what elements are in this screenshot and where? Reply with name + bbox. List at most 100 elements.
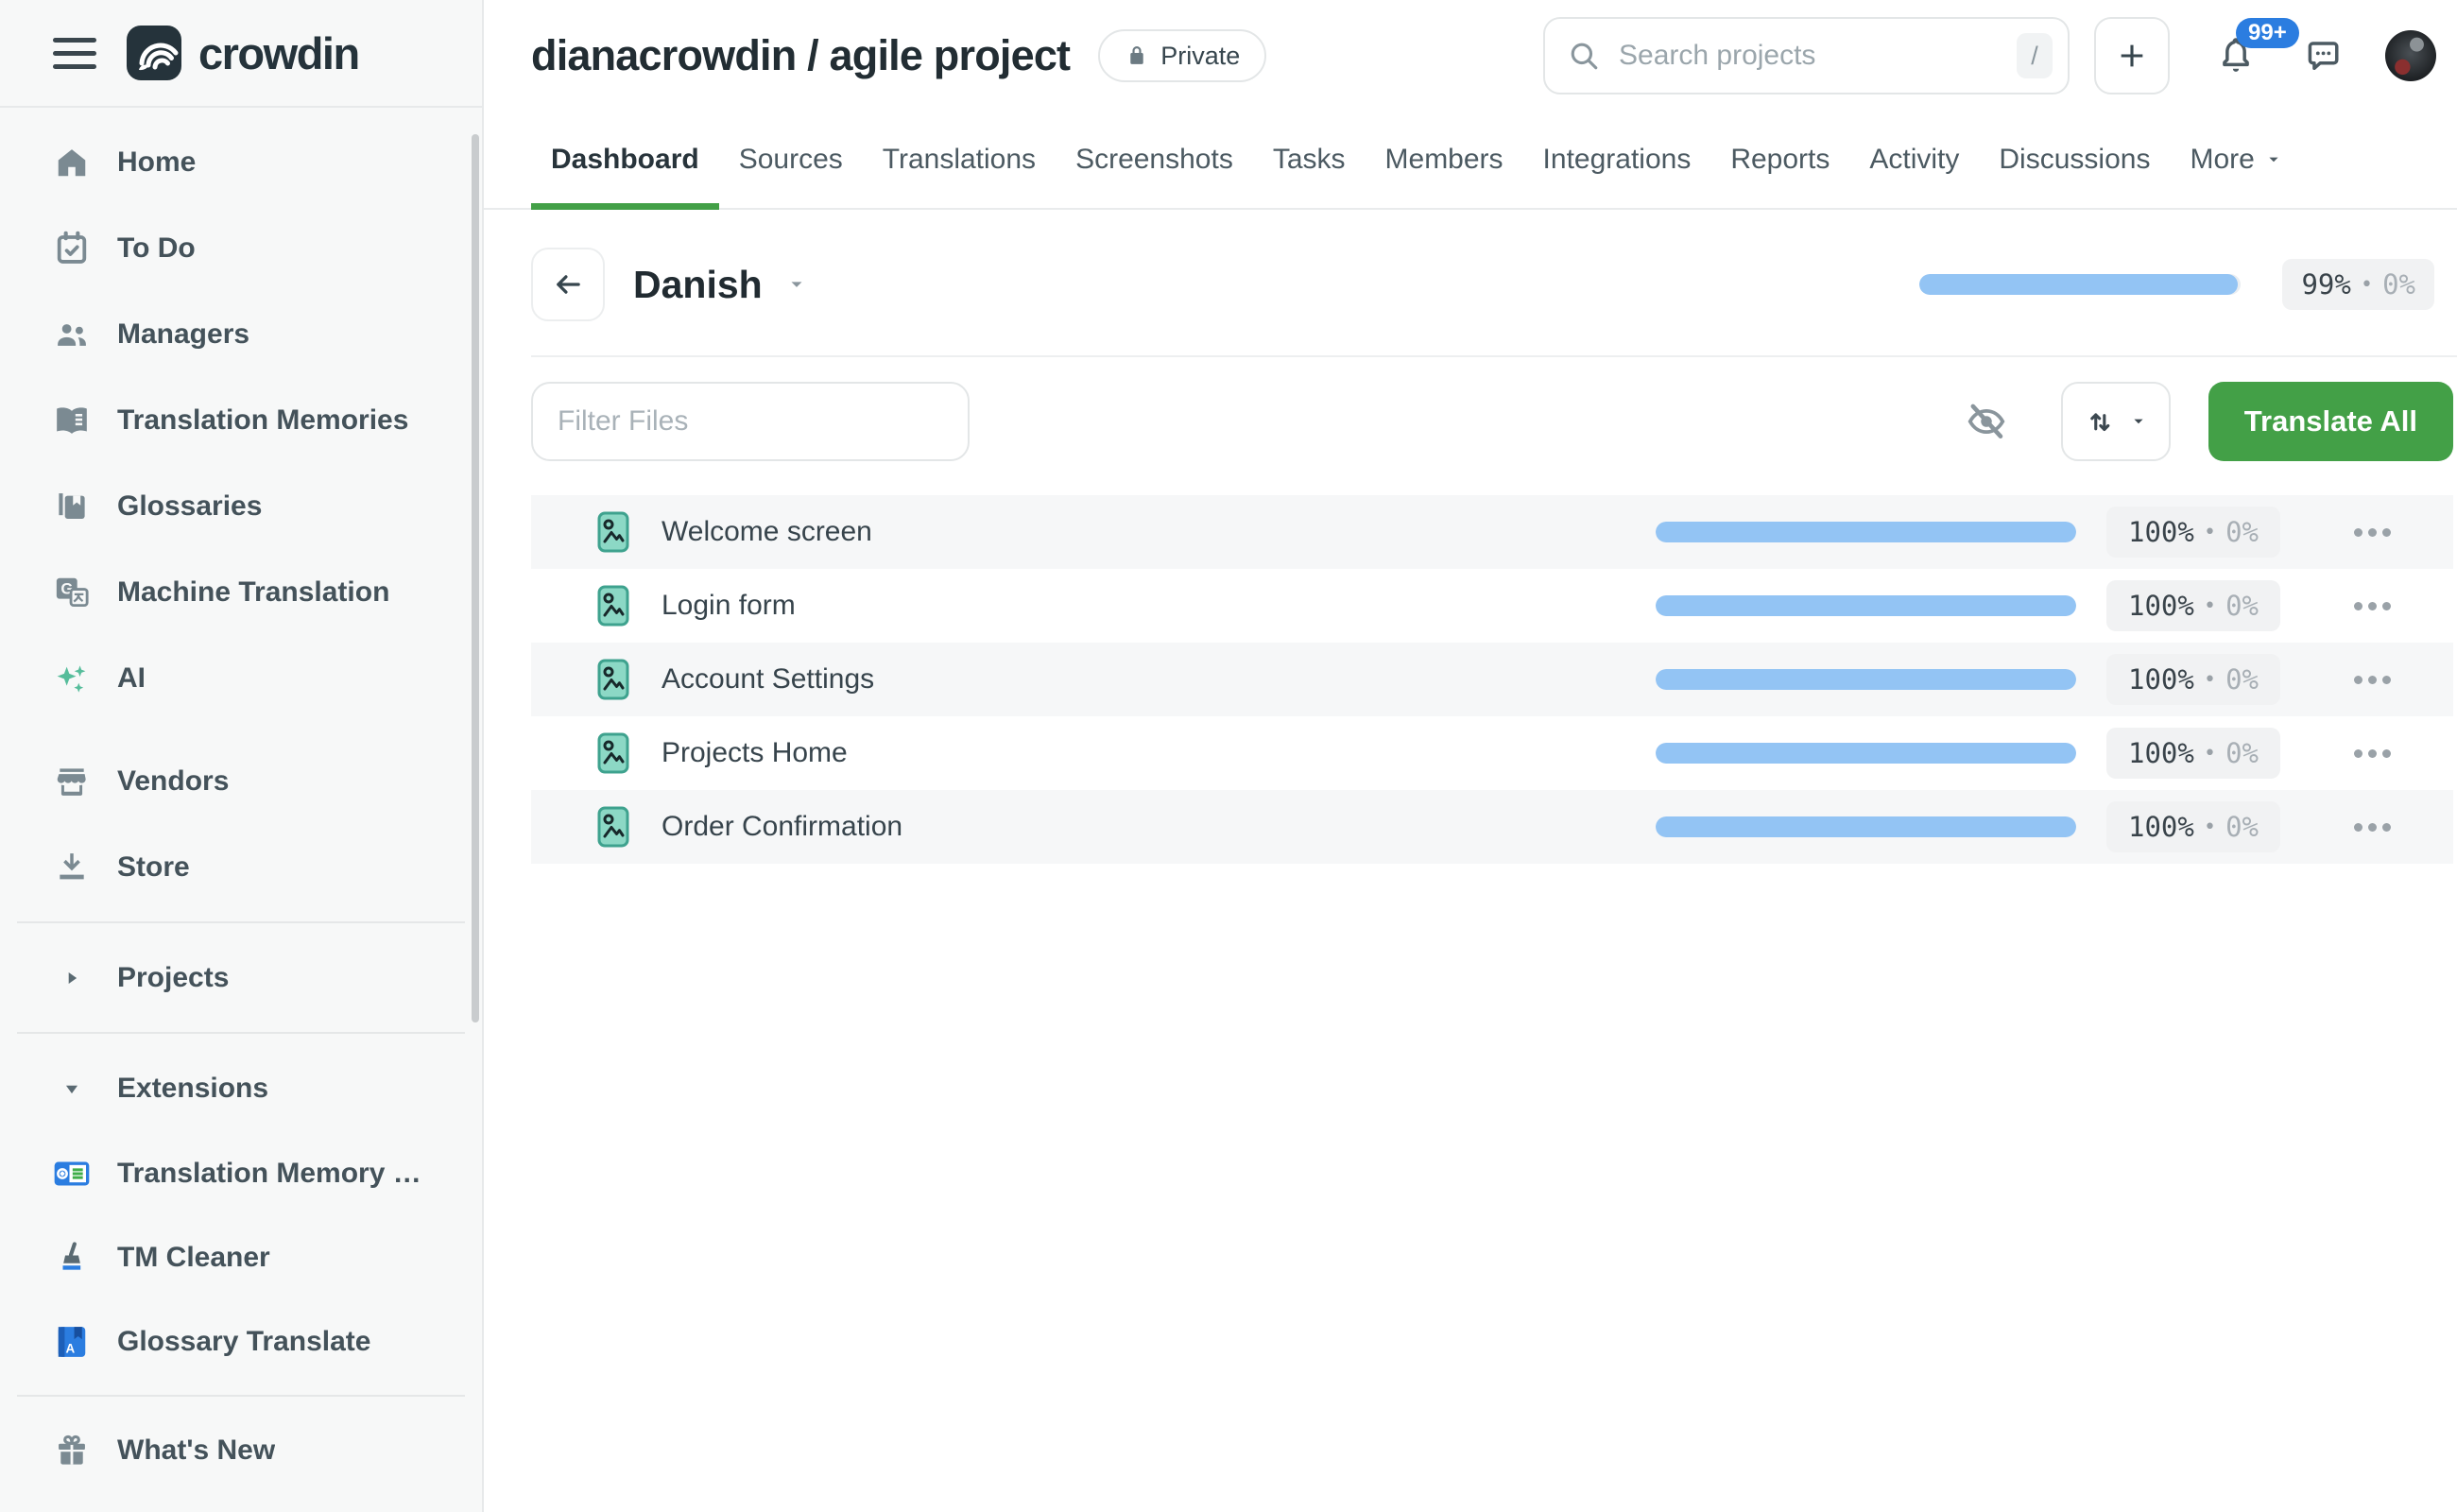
project-tabs: Dashboard Sources Translations Screensho… [484, 112, 2457, 210]
language-name: Danish [633, 263, 763, 307]
tab-reports[interactable]: Reports [1710, 112, 1849, 208]
tab-discussions[interactable]: Discussions [1979, 112, 2170, 208]
panel-divider [531, 355, 2457, 357]
sort-arrows-icon [2084, 405, 2116, 438]
crowdin-logo[interactable]: crowdin [127, 26, 359, 80]
tab-translations[interactable]: Translations [863, 112, 1056, 208]
file-row-order-confirmation[interactable]: Order Confirmation 100% • 0% [531, 790, 2453, 864]
eye-off-icon [1965, 400, 2008, 443]
file-menu-button[interactable] [2354, 676, 2391, 684]
sidebar-spacer [0, 721, 482, 738]
sidebar-item-glossary-translate[interactable]: A Glossary Translate [0, 1299, 482, 1383]
file-name: Welcome screen [662, 516, 872, 548]
file-menu-button[interactable] [2354, 823, 2391, 832]
file-progress: 100% • 0% [1656, 801, 2453, 852]
project-title: dianacrowdin / agile project [531, 31, 1070, 80]
file-progress-badge: 100% • 0% [2106, 654, 2280, 705]
storefront-icon [51, 764, 93, 799]
file-menu-button[interactable] [2354, 602, 2391, 610]
screenshot-file-icon [597, 806, 629, 848]
create-project-button[interactable] [2094, 17, 2170, 94]
crowdin-logo-icon [127, 26, 181, 80]
tab-more[interactable]: More [2170, 112, 2302, 208]
filter-files-input[interactable] [531, 382, 970, 461]
sidebar-item-todo[interactable]: To Do [0, 205, 482, 291]
chevron-down-icon [2264, 150, 2283, 169]
main-area: dianacrowdin / agile project Private / [484, 0, 2457, 1512]
language-progress-badge: 99% • 0% [2282, 259, 2434, 310]
lock-icon [1125, 43, 1149, 68]
sidebar-item-glossaries[interactable]: Glossaries [0, 463, 482, 549]
sidebar-header: crowdin [0, 0, 482, 106]
tab-tasks[interactable]: Tasks [1253, 112, 1366, 208]
back-button[interactable] [531, 248, 605, 321]
file-row-account-settings[interactable]: Account Settings 100% • 0% [531, 643, 2453, 716]
translate-all-button[interactable]: Translate All [2208, 382, 2453, 461]
sidebar-divider [17, 1032, 465, 1034]
crowdin-app: crowdin Home To Do [0, 0, 2457, 1512]
toggle-hidden-files-button[interactable] [1965, 400, 2008, 443]
screenshot-file-icon [597, 732, 629, 774]
file-row-welcome-screen[interactable]: Welcome screen 100% • 0% [531, 495, 2453, 569]
sidebar-item-machine-translation[interactable]: G Machine Translation [0, 549, 482, 635]
arrow-left-icon [551, 267, 585, 301]
sidebar-scrollbar[interactable] [472, 134, 479, 1022]
privacy-badge-label: Private [1160, 42, 1240, 71]
language-progress-fill [1919, 274, 2238, 295]
chevron-down-icon [2129, 412, 2148, 431]
sidebar-item-home[interactable]: Home [0, 119, 482, 205]
open-book-icon [51, 403, 93, 438]
sidebar-item-managers[interactable]: Managers [0, 291, 482, 377]
search-box: / [1543, 17, 2070, 94]
sidebar-item-tm-cleaner[interactable]: TM Cleaner [0, 1215, 482, 1299]
glossary-translate-icon: A [51, 1324, 93, 1360]
file-menu-button[interactable] [2354, 528, 2391, 537]
privacy-badge: Private [1098, 29, 1266, 82]
file-progress: 100% • 0% [1656, 654, 2453, 705]
file-progress-badge: 100% • 0% [2106, 580, 2280, 631]
file-progress-badge: 100% • 0% [2106, 728, 2280, 779]
language-dropdown-caret[interactable] [785, 273, 808, 296]
translated-percent: 99% [2301, 268, 2350, 301]
triangle-down-icon [51, 1078, 93, 1099]
sidebar-item-translation-memories[interactable]: Translation Memories [0, 377, 482, 463]
file-row-projects-home[interactable]: Projects Home 100% • 0% [531, 716, 2453, 790]
file-progress: 100% • 0% [1656, 580, 2453, 631]
sidebar-item-store[interactable]: Store [0, 824, 482, 910]
tm-generator-icon [51, 1155, 93, 1193]
file-row-login-form[interactable]: Login form 100% • 0% [531, 569, 2453, 643]
avatar[interactable] [2385, 30, 2436, 81]
home-icon [51, 145, 93, 180]
file-progress-bar [1656, 669, 2076, 690]
sort-button[interactable] [2061, 382, 2171, 461]
svg-text:A: A [66, 1341, 76, 1355]
sidebar-item-tm-generator[interactable]: Translation Memory Gene… [0, 1131, 482, 1215]
screenshot-file-icon [597, 511, 629, 553]
sidebar-item-help-support[interactable]: ? Help & Support [0, 1492, 482, 1512]
file-name: Account Settings [662, 663, 874, 696]
sidebar-item-vendors[interactable]: Vendors [0, 738, 482, 824]
search-input[interactable] [1617, 39, 2017, 73]
file-progress: 100% • 0% [1656, 507, 2453, 558]
language-progress: 99% • 0% [1919, 259, 2434, 310]
chevron-down-icon [785, 273, 808, 296]
tab-integrations[interactable]: Integrations [1523, 112, 1711, 208]
tab-screenshots[interactable]: Screenshots [1056, 112, 1253, 208]
files-toolbar: Translate All [484, 382, 2457, 461]
tab-members[interactable]: Members [1366, 112, 1523, 208]
menu-icon[interactable] [53, 38, 96, 69]
sidebar-item-ai[interactable]: AI [0, 635, 482, 721]
tab-activity[interactable]: Activity [1849, 112, 1979, 208]
language-progress-bar [1919, 274, 2241, 295]
notifications-button[interactable]: 99+ [2215, 35, 2257, 77]
messages-button[interactable] [2302, 36, 2342, 76]
tab-sources[interactable]: Sources [719, 112, 863, 208]
sidebar-item-extensions[interactable]: Extensions [0, 1045, 482, 1131]
file-menu-button[interactable] [2354, 749, 2391, 758]
tab-dashboard[interactable]: Dashboard [531, 112, 719, 208]
sidebar-nav: Home To Do [0, 108, 482, 1512]
sidebar-item-whats-new[interactable]: What's New [0, 1408, 482, 1492]
todo-calendar-icon [51, 231, 93, 266]
sidebar-divider [17, 921, 465, 923]
sidebar-item-projects[interactable]: Projects [0, 935, 482, 1021]
